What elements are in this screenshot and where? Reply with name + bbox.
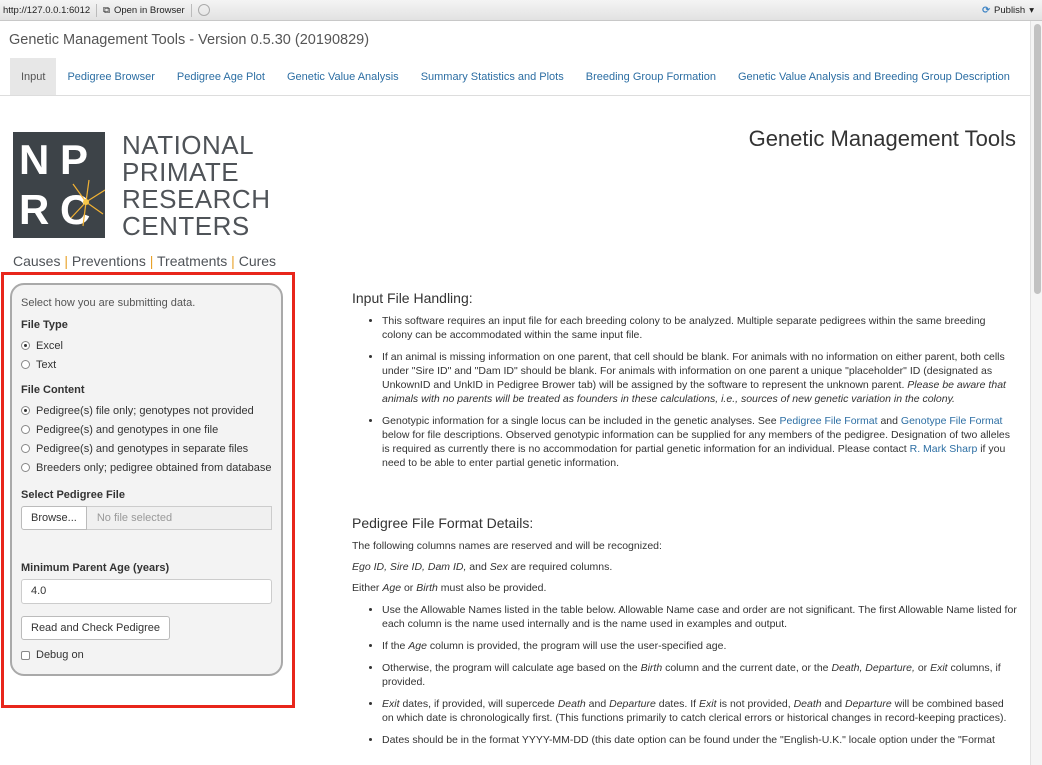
- logo-word: NATIONAL: [122, 130, 255, 160]
- required-columns: Ego ID, Sire ID, Dam ID, and Sex are req…: [352, 561, 613, 573]
- pedigree-file-format-link[interactable]: Pedigree File Format: [780, 415, 878, 427]
- browse-button[interactable]: Browse...: [21, 506, 87, 530]
- tab-breeding-group-formation[interactable]: Breeding Group Formation: [575, 58, 727, 95]
- file-name-display[interactable]: No file selected: [86, 506, 272, 530]
- tab-pedigree-age-plot[interactable]: Pedigree Age Plot: [166, 58, 276, 95]
- refresh-icon[interactable]: [197, 4, 210, 16]
- min-parent-age-label: Minimum Parent Age (years): [21, 562, 170, 574]
- list-item: Dates should be in the format YYYY-MM-DD…: [382, 733, 1018, 747]
- nprc-logo: N P R C NATIONAL PRIMATE RESEARCH CENTER…: [13, 132, 276, 272]
- logo-word: RESEARCH: [122, 184, 271, 214]
- radio-label: Pedigree(s) and genotypes in one file: [36, 423, 219, 436]
- contact-link[interactable]: R. Mark Sharp: [910, 443, 978, 455]
- list-item: Use the Allowable Names listed in the ta…: [382, 603, 1018, 631]
- logo-word: CENTERS: [122, 211, 250, 241]
- checkbox-label: Debug on: [36, 649, 84, 661]
- tab-summary-statistics[interactable]: Summary Statistics and Plots: [410, 58, 575, 95]
- browser-toolbar: http://127.0.0.1:6012 ⧉ Open in Browser …: [0, 0, 1042, 21]
- open-in-browser-button[interactable]: ⧉ Open in Browser: [103, 5, 185, 16]
- tab-input[interactable]: Input: [10, 58, 57, 95]
- radio-file-type-text[interactable]: Text: [21, 355, 272, 374]
- radio-label: Pedigree(s) file only; genotypes not pro…: [36, 404, 254, 417]
- list-item: Exit dates, if provided, will supercede …: [382, 697, 1018, 725]
- checkbox-unchecked-icon: [21, 650, 30, 660]
- input-file-handling-section: Input File Handling: This software requi…: [352, 290, 1018, 478]
- open-in-browser-label: Open in Browser: [113, 4, 185, 16]
- input-sidebar-panel: Select how you are submitting data. File…: [10, 283, 283, 676]
- list-item: If the Age column is provided, the progr…: [382, 639, 1018, 653]
- external-link-icon: ⧉: [103, 4, 110, 16]
- tagline-word: Causes: [13, 253, 61, 269]
- age-or-birth: Either Age or Birth must also be provide…: [352, 582, 547, 594]
- file-content-label: File Content: [21, 384, 85, 396]
- submit-hint: Select how you are submitting data.: [21, 297, 196, 309]
- tagline-word: Cures: [238, 253, 277, 269]
- page-title: Genetic Management Tools: [748, 126, 1016, 151]
- tab-gva-breeding-group-description[interactable]: Genetic Value Analysis and Breeding Grou…: [727, 58, 1021, 95]
- radio-label: Breeders only; pedigree obtained from da…: [36, 461, 272, 474]
- radio-content-breeders-only[interactable]: Breeders only; pedigree obtained from da…: [21, 458, 272, 477]
- chevron-down-icon: ▾: [1029, 4, 1034, 16]
- genotype-file-format-link[interactable]: Genotype File Format: [901, 415, 1003, 427]
- section-heading: Input File Handling:: [352, 290, 473, 306]
- page-scrollbar[interactable]: [1030, 21, 1042, 765]
- tab-pedigree-browser[interactable]: Pedigree Browser: [56, 58, 165, 95]
- radio-unselected-icon: [21, 425, 30, 434]
- logo-tagline: Causes | Preventions | Treatments | Cure…: [13, 253, 277, 269]
- publish-icon: ⟳: [982, 4, 991, 16]
- tagline-word: Treatments: [157, 253, 228, 269]
- pedigree-bullets: Use the Allowable Names listed in the ta…: [352, 603, 1018, 747]
- radio-label: Text: [36, 358, 57, 371]
- file-type-label: File Type: [21, 319, 68, 331]
- nav-tabs: Input Pedigree Browser Pedigree Age Plot…: [0, 58, 1030, 96]
- list-item: This software requires an input file for…: [382, 314, 1018, 342]
- list-item: Genotypic information for a single locus…: [382, 414, 1018, 470]
- star-burst-icon: [70, 179, 105, 227]
- radio-content-one-file[interactable]: Pedigree(s) and genotypes in one file: [21, 420, 272, 439]
- radio-unselected-icon: [21, 360, 30, 369]
- radio-content-separate-files[interactable]: Pedigree(s) and genotypes in separate fi…: [21, 439, 272, 458]
- radio-selected-icon: [21, 406, 30, 415]
- radio-unselected-icon: [21, 444, 30, 453]
- debug-checkbox[interactable]: Debug on: [21, 649, 272, 661]
- toolbar-divider: [96, 3, 98, 17]
- publish-button[interactable]: ⟳ Publish ▾: [982, 5, 1034, 16]
- read-and-check-pedigree-button[interactable]: Read and Check Pedigree: [21, 616, 171, 640]
- publish-label: Publish: [994, 4, 1026, 16]
- logo-word: PRIMATE: [122, 157, 240, 187]
- app-title: Genetic Management Tools - Version 0.5.3…: [9, 32, 370, 48]
- pedigree-intro: The following columns names are reserved…: [352, 540, 662, 552]
- pedigree-format-section: Pedigree File Format Details: The follow…: [352, 515, 1018, 755]
- radio-selected-icon: [21, 341, 30, 350]
- logo-wordmark: NATIONAL PRIMATE RESEARCH CENTERS: [122, 132, 270, 240]
- radio-label: Excel: [36, 339, 63, 352]
- radio-unselected-icon: [21, 463, 30, 472]
- list-item: If an animal is missing information on o…: [382, 350, 1018, 406]
- tab-genetic-value-analysis[interactable]: Genetic Value Analysis: [276, 58, 410, 95]
- scrollbar-thumb[interactable]: [1034, 24, 1041, 294]
- radio-file-type-excel[interactable]: Excel: [21, 336, 272, 355]
- radio-label: Pedigree(s) and genotypes in separate fi…: [36, 442, 249, 455]
- input-bullets: This software requires an input file for…: [352, 314, 1018, 470]
- list-item: Otherwise, the program will calculate ag…: [382, 661, 1018, 689]
- logo-mark: N P R C: [13, 132, 105, 238]
- pedigree-file-label: Select Pedigree File: [21, 489, 125, 501]
- tagline-word: Preventions: [71, 253, 146, 269]
- radio-content-pedigree-only[interactable]: Pedigree(s) file only; genotypes not pro…: [21, 401, 272, 420]
- section-heading: Pedigree File Format Details:: [352, 515, 534, 531]
- min-parent-age-input[interactable]: 4.0: [21, 579, 272, 604]
- url-display[interactable]: http://127.0.0.1:6012: [0, 5, 90, 16]
- file-picker: Browse... No file selected: [21, 506, 272, 530]
- toolbar-divider: [190, 3, 192, 17]
